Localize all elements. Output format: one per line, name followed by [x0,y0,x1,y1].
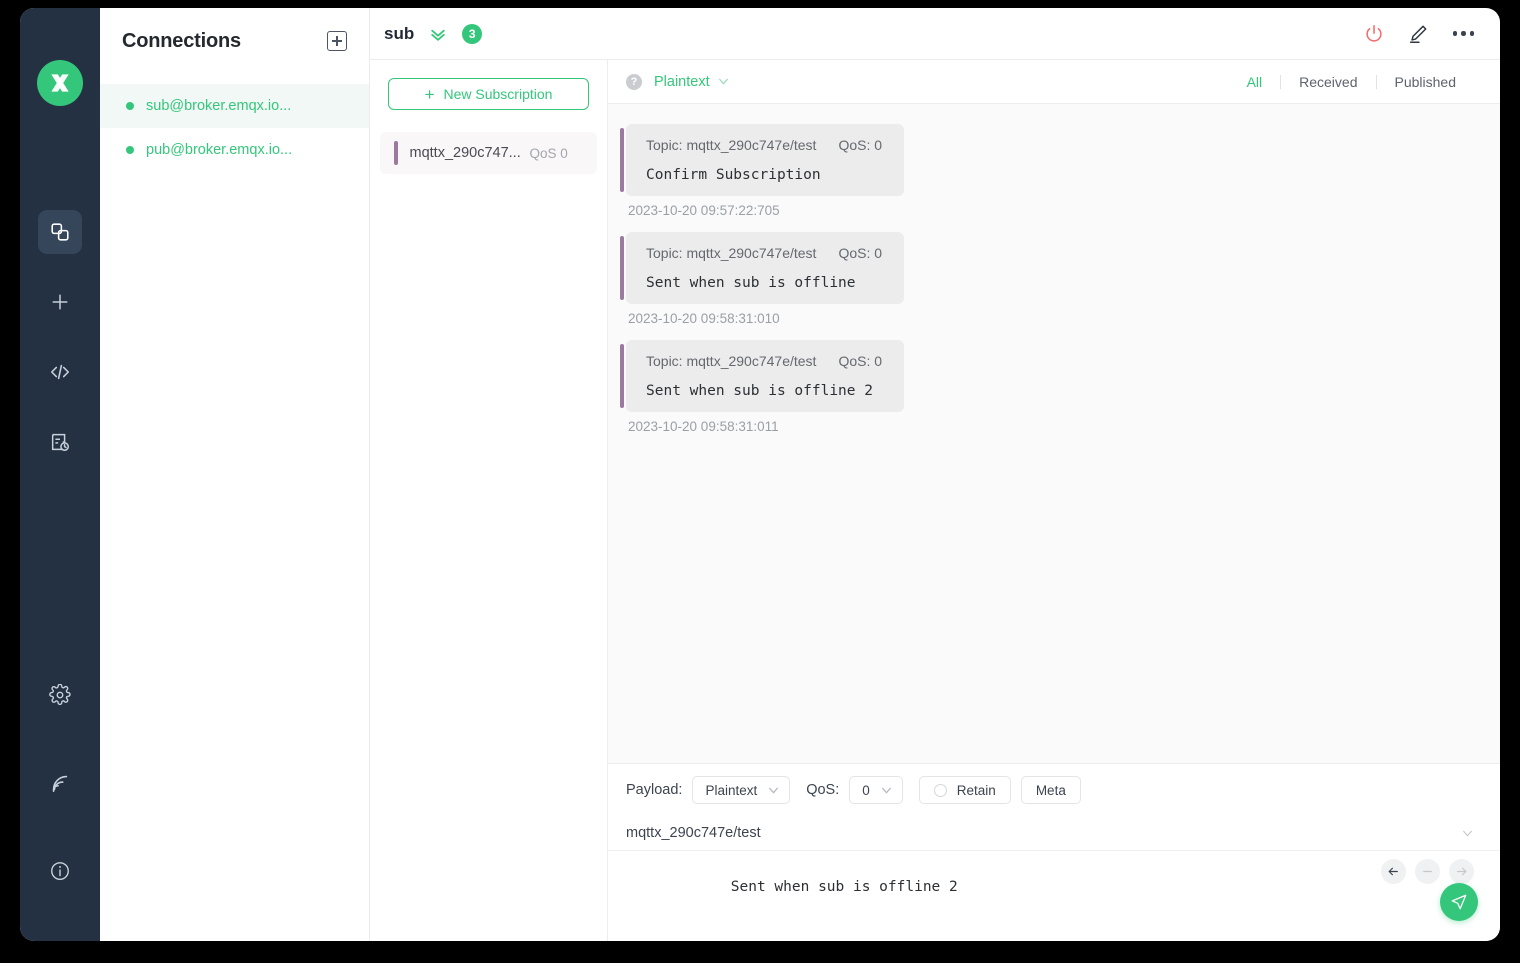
ellipsis-icon[interactable] [1452,31,1474,36]
sidebar-item-about[interactable] [38,849,82,893]
message-item: Topic: mqttx_290c747e/test QoS: 0 Confirm… [619,124,1500,218]
subscription-topic: mqttx_290c747... [409,145,521,161]
minus-icon[interactable] [1415,859,1440,884]
message-bubble[interactable]: Topic: mqttx_290c747e/test QoS: 0 Sent wh… [619,232,905,304]
retain-toggle[interactable]: Retain [918,776,1011,804]
chevron-down-icon[interactable] [1461,827,1474,840]
connection-topbar: sub 3 [370,8,1500,60]
filter-published[interactable]: Published [1377,74,1475,90]
message-qos: QoS: 0 [838,137,883,153]
rail-bottom-group [38,673,82,941]
message-timestamp: 2023-10-20 09:57:22:705 [628,203,780,218]
payload-label: Payload: [626,782,683,798]
message-payload: Sent when sub is offline [646,275,856,291]
retain-label: Retain [956,782,996,798]
page-title: Connections [122,29,241,52]
payload-editor[interactable]: Sent when sub is offline 2 [608,850,1500,941]
radio-icon [933,783,947,797]
messages-column: ? Plaintext All Received Published Topic… [608,60,1500,941]
filter-all[interactable]: All [1229,74,1281,90]
sidebar-item-log[interactable] [38,420,82,464]
message-timestamp: 2023-10-20 09:58:31:010 [628,311,780,326]
filter-received[interactable]: Received [1281,74,1375,90]
emqx-logo-icon [37,60,83,106]
qos-value: 0 [862,782,870,798]
connections-panel: Connections sub@broker.emqx.io... pub@br… [100,8,370,941]
qos-select[interactable]: 0 [849,776,903,804]
connection-item-pub[interactable]: pub@broker.emqx.io... [100,128,369,172]
topic-input-row[interactable]: mqttx_290c747e/test [608,816,1500,850]
qos-label: QoS: [806,782,840,798]
content-row: + New Subscription mqttx_290c747... QoS … [370,60,1500,941]
payload-text: Sent when sub is offline 2 [730,879,958,895]
messages-toolbar: ? Plaintext All Received Published [608,60,1500,104]
message-qos: QoS: 0 [838,245,883,261]
message-item: Topic: mqttx_290c747e/test QoS: 0 Sent wh… [619,232,1500,326]
chevron-down-icon[interactable] [717,75,730,88]
status-dot [126,102,134,110]
main-area: sub 3 + New Subscription mqttx_290c747..… [370,8,1500,941]
pencil-icon[interactable] [1407,23,1429,45]
question-mark-icon[interactable]: ? [626,73,642,90]
payload-format-select[interactable]: Plaintext [692,776,791,804]
message-payload: Confirm Subscription [646,167,821,183]
composer-options: Payload: Plaintext QoS: 0 Retain Meta [608,764,1500,816]
meta-label: Meta [1035,782,1066,798]
icon-rail [20,8,100,941]
message-composer: Payload: Plaintext QoS: 0 Retain Meta mq… [608,763,1500,941]
message-meta: Topic: mqttx_290c747e/test QoS: 0 [646,245,882,261]
sidebar-item-scripts[interactable] [38,350,82,394]
send-button[interactable] [1440,883,1478,921]
connection-item-sub[interactable]: sub@broker.emqx.io... [100,84,369,128]
payload-format-value: Plaintext [705,782,758,798]
sidebar-item-new-connection[interactable] [38,280,82,324]
subscription-qos: QoS 0 [529,145,568,161]
chevron-down-icon [767,784,780,797]
connection-label: sub@broker.emqx.io... [146,98,292,114]
status-badge: 3 [462,23,483,44]
message-meta: Topic: mqttx_290c747e/test QoS: 0 [646,137,882,153]
status-dot [126,146,134,154]
app-window: Connections sub@broker.emqx.io... pub@br… [20,8,1500,941]
topic-input[interactable]: mqttx_290c747e/test [626,825,1461,841]
subscriptions-panel: + New Subscription mqttx_290c747... QoS … [370,60,608,941]
message-meta: Topic: mqttx_290c747e/test QoS: 0 [646,353,882,369]
message-list[interactable]: Topic: mqttx_290c747e/test QoS: 0 Confirm… [608,104,1500,763]
new-subscription-button[interactable]: + New Subscription [388,78,589,110]
arrow-left-icon[interactable] [1381,859,1406,884]
sidebar-item-settings[interactable] [38,673,82,717]
connections-list: sub@broker.emqx.io... pub@broker.emqx.io… [100,74,369,172]
arrow-right-icon[interactable] [1449,859,1474,884]
message-qos: QoS: 0 [838,353,883,369]
plus-icon: + [424,84,435,104]
message-topic: Topic: mqttx_290c747e/test [646,137,817,153]
message-timestamp: 2023-10-20 09:58:31:011 [628,419,779,434]
chevron-down-icon [880,784,893,797]
message-bubble[interactable]: Topic: mqttx_290c747e/test QoS: 0 Sent wh… [619,340,905,412]
subscription-color-bar [394,141,398,165]
editor-nav-buttons [1381,859,1474,884]
message-payload: Sent when sub is offline 2 [646,383,873,399]
meta-button[interactable]: Meta [1020,776,1081,804]
connection-name: sub [384,23,415,43]
connections-header: Connections [100,8,369,74]
new-subscription-label: New Subscription [443,86,553,102]
subscription-item[interactable]: mqttx_290c747... QoS 0 [380,132,597,174]
sidebar-item-connections[interactable] [38,210,82,254]
power-icon[interactable] [1363,23,1385,45]
message-bubble[interactable]: Topic: mqttx_290c747e/test QoS: 0 Confirm… [619,124,905,196]
plus-square-icon[interactable] [327,31,347,51]
payload-format-selector[interactable]: Plaintext [654,74,710,90]
message-topic: Topic: mqttx_290c747e/test [646,245,817,261]
message-item: Topic: mqttx_290c747e/test QoS: 0 Sent wh… [619,340,1500,434]
message-filters: All Received Published [1229,74,1474,90]
message-topic: Topic: mqttx_290c747e/test [646,353,817,369]
double-chevron-down-icon[interactable] [428,24,448,44]
sidebar-item-broadcast[interactable] [38,761,82,805]
connection-label: pub@broker.emqx.io... [146,142,293,158]
